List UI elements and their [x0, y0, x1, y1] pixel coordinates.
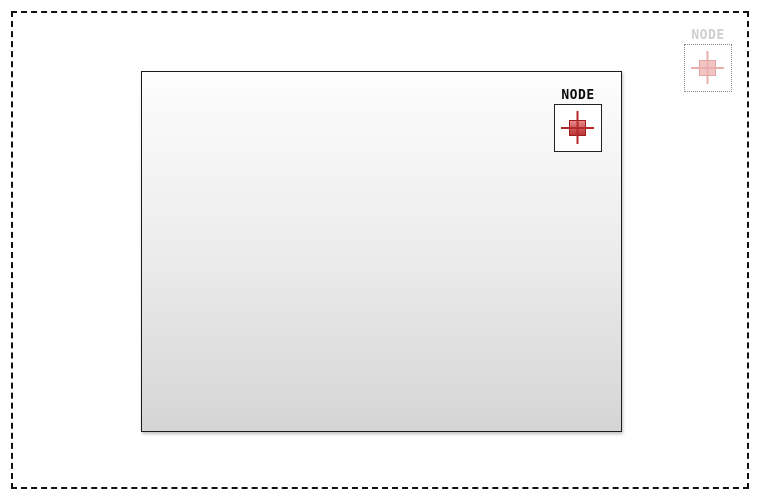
node-ghost[interactable]: [684, 44, 732, 92]
crosshair-node-icon: [561, 111, 594, 144]
stage: NODE NODE: [0, 0, 762, 502]
crosshair-node-ghost-icon: [691, 51, 724, 84]
node-ghost-label: NODE: [691, 28, 725, 43]
node-placed[interactable]: [554, 104, 602, 152]
canvas-panel[interactable]: [141, 71, 622, 432]
node-label: NODE: [561, 88, 595, 103]
